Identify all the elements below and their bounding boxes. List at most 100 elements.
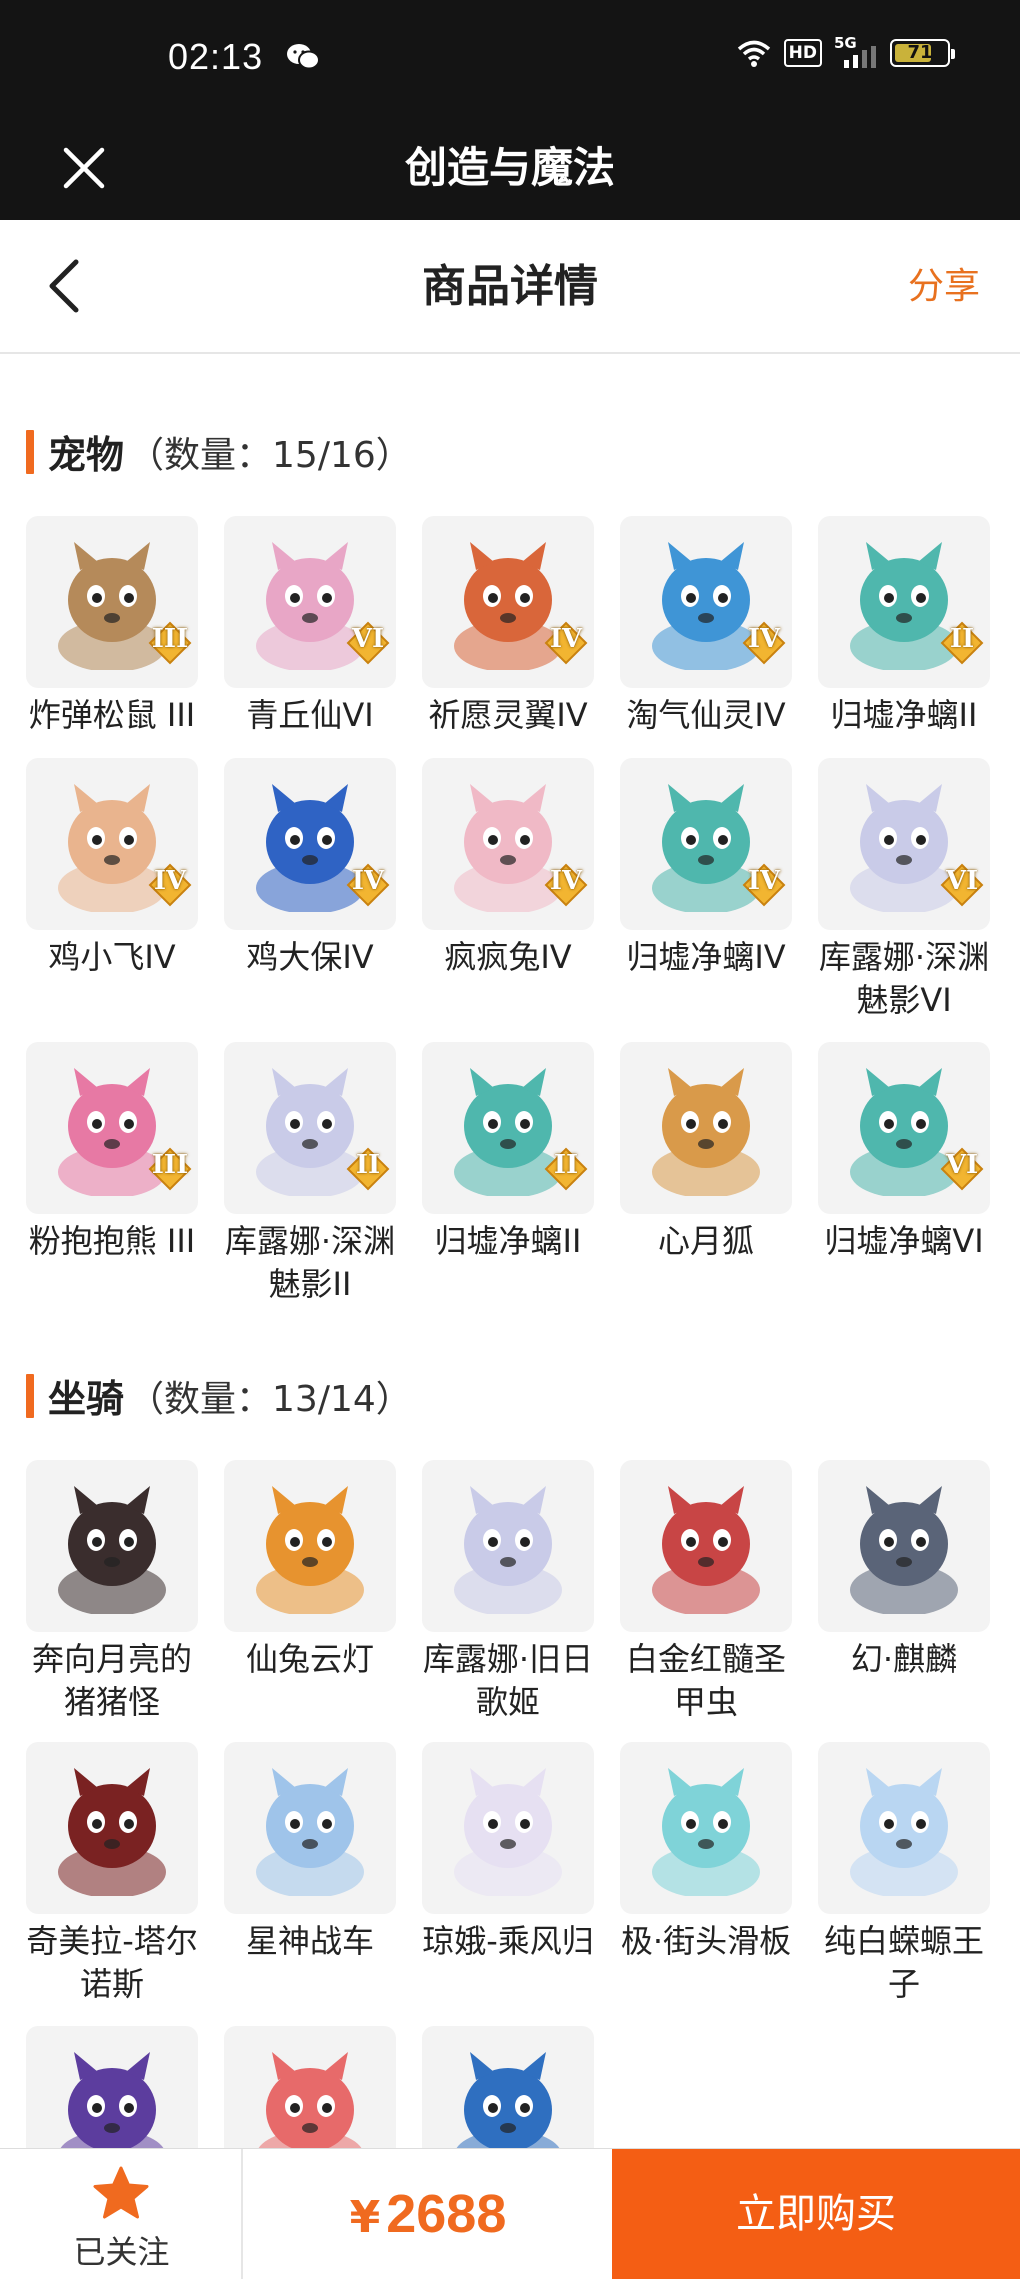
mounts-thumbnail xyxy=(224,1460,396,1632)
mounts-name: 极·街头滑板 xyxy=(620,1922,792,1960)
mounts-thumbnail xyxy=(422,1460,594,1632)
section-accent-bar xyxy=(26,429,34,474)
pets-thumbnail: III xyxy=(26,516,198,688)
skateboard-art xyxy=(652,1768,760,1896)
follow-button[interactable]: 已关注 xyxy=(0,2149,243,2279)
pets-name: 鸡小飞IV xyxy=(48,938,176,976)
kuluna-art xyxy=(454,1486,562,1614)
pets-name: 祈愿灵翼IV xyxy=(428,696,588,734)
buy-now-button[interactable]: 立即购买 xyxy=(612,2149,1020,2279)
mounts-thumbnail xyxy=(26,1460,198,1632)
pets-name: 归墟净螭II xyxy=(830,696,978,734)
qiong-e-art xyxy=(454,1768,562,1896)
pets-thumbnail: IV xyxy=(422,516,594,688)
app-bar: 创造与魔法 xyxy=(0,116,1020,220)
battery-cap xyxy=(951,49,955,59)
tier-label: VI xyxy=(945,866,979,896)
page-title: 商品详情 xyxy=(422,261,598,312)
follow-label: 已关注 xyxy=(73,2233,170,2271)
pets-name: 鸡大保IV xyxy=(246,938,374,976)
price-currency: ¥ xyxy=(349,2192,381,2243)
pets-section-header: 宠物 （数量：15/16） xyxy=(26,424,412,479)
pets-name: 库露娜·深渊魅影II xyxy=(224,1222,396,1303)
nav-bar: 商品详情 分享 xyxy=(0,220,1020,354)
wifi-icon xyxy=(737,40,770,67)
tier-label: IV xyxy=(747,624,781,654)
pets-name: 库露娜·深渊魅影VI xyxy=(818,938,990,1019)
tier-label: III xyxy=(151,1150,189,1180)
pets-name: 疯疯兔IV xyxy=(444,938,572,976)
mounts-thumbnail xyxy=(818,1460,990,1632)
pets-name: 归墟净螭II xyxy=(434,1222,582,1260)
mounts-section-header: 坐骑 （数量：13/14） xyxy=(26,1368,412,1423)
mounts-name: 奇美拉-塔尔诺斯 xyxy=(26,1922,198,2003)
share-button[interactable]: 分享 xyxy=(908,220,980,354)
mounts-thumbnail xyxy=(224,1742,396,1914)
app-title: 创造与魔法 xyxy=(404,143,615,192)
pets-section-title: 宠物 xyxy=(48,433,125,477)
mounts-name: 琼娥-乘风归 xyxy=(422,1922,594,1960)
tier-label: III xyxy=(151,624,189,654)
pets-section-count: （数量：15/16） xyxy=(128,434,412,476)
tier-label: II xyxy=(355,1150,381,1180)
pets-thumbnail: IV xyxy=(620,758,792,930)
pets-thumbnail: IV xyxy=(224,758,396,930)
pets-name: 淘气仙灵IV xyxy=(626,696,786,734)
mounts-thumbnail xyxy=(620,1742,792,1914)
pets-name: 归墟净螭IV xyxy=(626,938,786,976)
cell-signal-icon: 5G xyxy=(834,34,878,68)
lantern-rabbit-art xyxy=(256,1486,364,1614)
pets-thumbnail: II xyxy=(422,1042,594,1214)
mounts-section-title: 坐骑 xyxy=(48,1377,125,1421)
status-bar: 02:13 HD 5G 71 xyxy=(0,0,1020,116)
tier-label: VI xyxy=(945,1150,979,1180)
pets-thumbnail: VI xyxy=(818,758,990,930)
pets-thumbnail: IV xyxy=(620,516,792,688)
pets-name: 心月狐 xyxy=(657,1222,754,1260)
pets-thumbnail: VI xyxy=(818,1042,990,1214)
mounts-name: 仙兔云灯 xyxy=(245,1640,374,1678)
pets-thumbnail: IV xyxy=(26,758,198,930)
mounts-name: 库露娜·旧日歌姬 xyxy=(422,1640,594,1721)
mounts-name: 星神战车 xyxy=(245,1922,374,1960)
mounts-thumbnail xyxy=(26,1742,198,1914)
axolotl-art xyxy=(850,1768,958,1896)
pets-thumbnail: IV xyxy=(422,758,594,930)
tier-label: IV xyxy=(747,866,781,896)
tier-label: II xyxy=(949,624,975,654)
pets-thumbnail: VI xyxy=(224,516,396,688)
pets-thumbnail: II xyxy=(818,516,990,688)
pets-name: 归墟净螭VI xyxy=(824,1222,984,1260)
star-icon xyxy=(93,2166,149,2219)
mounts-name: 幻·麒麟 xyxy=(850,1640,958,1678)
tier-label: IV xyxy=(153,866,187,896)
mounts-section-count: （数量：13/14） xyxy=(128,1378,412,1420)
price: ¥2688 xyxy=(243,2149,613,2292)
battery-icon: 71 xyxy=(890,39,955,67)
pets-name: 青丘仙VI xyxy=(246,696,374,734)
battery-level: 71 xyxy=(907,42,933,63)
mounts-name: 白金红髓圣甲虫 xyxy=(625,1640,786,1721)
pets-thumbnail: III xyxy=(26,1042,198,1214)
pets-thumbnail xyxy=(620,1042,792,1214)
tier-label: IV xyxy=(351,866,385,896)
hd-badge: HD xyxy=(783,39,822,67)
mounts-thumbnail xyxy=(620,1460,792,1632)
pets-name: 粉抱抱熊 III xyxy=(28,1222,196,1260)
qilin-art xyxy=(850,1486,958,1614)
section-accent-bar xyxy=(26,1373,34,1418)
mounts-thumbnail xyxy=(422,1742,594,1914)
mounts-thumbnail xyxy=(818,1742,990,1914)
moon-fox-art xyxy=(652,1068,760,1196)
bottom-action-bar: 已关注 ¥2688 立即购买 xyxy=(0,2148,1020,2279)
price-value: 2688 xyxy=(386,2184,507,2244)
pets-thumbnail: II xyxy=(224,1042,396,1214)
tier-label: IV xyxy=(549,866,583,896)
wechat-icon xyxy=(287,44,320,70)
star-horse-art xyxy=(256,1768,364,1896)
beetle-art xyxy=(652,1486,760,1614)
chimera-art xyxy=(58,1768,166,1896)
mounts-name: 纯白蝾螈王子 xyxy=(823,1922,984,2003)
tier-label: VI xyxy=(351,624,385,654)
status-icons: HD 5G 71 xyxy=(736,34,955,68)
